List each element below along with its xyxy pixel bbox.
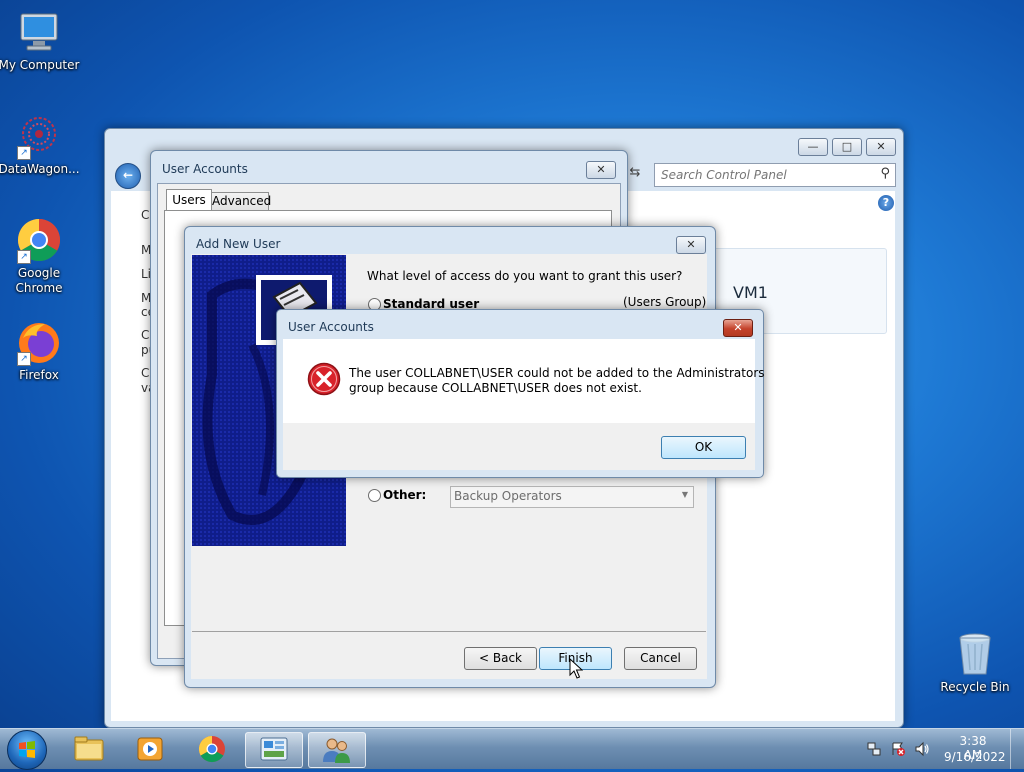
access-question: What level of access do you want to gran… xyxy=(367,269,683,283)
ok-button[interactable]: OK xyxy=(661,436,746,459)
windows-logo-icon xyxy=(19,741,35,758)
datawagon-icon: ↗ xyxy=(15,112,63,160)
shortcut-arrow-icon: ↗ xyxy=(17,146,31,160)
back-arrow-icon: ← xyxy=(122,168,134,182)
help-icon[interactable]: ? xyxy=(878,195,894,211)
clock-date[interactable]: 9/16/2022 xyxy=(944,750,1006,764)
firefox-icon: ↗ xyxy=(15,318,63,366)
back-button[interactable]: < Back xyxy=(464,647,537,670)
close-button[interactable]: ✕ xyxy=(586,161,616,179)
chevron-down-icon: ▼ xyxy=(681,490,688,499)
error-dialog-client: The user COLLABNET\USER could not be add… xyxy=(283,339,765,470)
desktop-icon-label: Recycle Bin xyxy=(940,680,1010,694)
window-title: Add New User xyxy=(196,237,281,251)
taskbar-chrome[interactable] xyxy=(184,732,240,766)
back-button[interactable]: ← xyxy=(115,163,141,189)
search-box[interactable]: ⚲ xyxy=(654,163,896,187)
error-message-line-2: group because COLLABNET\USER does not ex… xyxy=(349,381,642,395)
desktop-icon-label: My Computer xyxy=(0,58,80,72)
other-label: Other: xyxy=(383,488,427,502)
maximize-button[interactable]: □ xyxy=(832,138,862,156)
error-icon xyxy=(307,362,341,399)
minimize-button[interactable]: — xyxy=(798,138,828,156)
dialog-title: User Accounts xyxy=(288,320,374,334)
desktop-icon-label: Firefox xyxy=(19,368,59,382)
folder-icon xyxy=(74,736,104,761)
desktop-icon-label: Google Chrome xyxy=(15,266,63,295)
media-player-icon xyxy=(137,737,163,761)
tab-advanced[interactable]: Advanced xyxy=(211,192,271,212)
error-message-line-1: The user COLLABNET\USER could not be add… xyxy=(349,366,765,380)
side-text-c2: C xyxy=(141,328,150,342)
search-icon: ⚲ xyxy=(880,166,890,181)
start-button[interactable] xyxy=(7,730,47,770)
other-radio[interactable] xyxy=(368,489,381,502)
error-dialog: User Accounts ✕ The user COLLABNET\USER … xyxy=(276,309,765,478)
taskbar-media-player[interactable] xyxy=(122,732,178,766)
users-icon xyxy=(323,738,350,763)
users-group-label: (Users Group) xyxy=(623,295,707,309)
close-button[interactable]: ✕ xyxy=(866,138,896,156)
chrome-icon: ↗ xyxy=(15,216,63,264)
tray-volume-icon[interactable] xyxy=(914,741,930,757)
close-button[interactable]: ✕ xyxy=(676,236,706,254)
desktop-icon-my-computer[interactable]: My Computer xyxy=(0,8,81,73)
taskbar-explorer[interactable] xyxy=(61,732,117,766)
close-button[interactable]: ✕ xyxy=(723,319,753,337)
window-title: User Accounts xyxy=(162,162,248,176)
taskbar-control-panel[interactable] xyxy=(245,732,303,768)
control-panel-icon xyxy=(260,737,288,761)
chrome-icon xyxy=(198,735,225,763)
side-text-c: C xyxy=(141,208,150,222)
taskbar-user-accounts[interactable] xyxy=(308,732,366,768)
my-computer-icon xyxy=(15,8,63,56)
shortcut-arrow-icon: ↗ xyxy=(17,352,31,366)
desktop-icon-firefox[interactable]: ↗ Firefox xyxy=(0,318,81,383)
tray-action-center-icon[interactable] xyxy=(890,741,906,757)
recycle-bin-icon xyxy=(951,630,999,678)
other-group-select[interactable]: Backup Operators ▼ xyxy=(450,486,694,508)
refresh-button[interactable]: ⇆ xyxy=(625,165,645,185)
tab-users[interactable]: Users xyxy=(166,189,212,212)
account-name: VM1 xyxy=(733,283,768,302)
button-divider xyxy=(192,631,706,632)
desktop-icon-recycle-bin[interactable]: Recycle Bin xyxy=(933,630,1017,695)
tray-network-icon[interactable] xyxy=(866,741,882,757)
desktop-icon-google-chrome[interactable]: ↗ Google Chrome xyxy=(0,216,81,296)
cancel-button[interactable]: Cancel xyxy=(624,647,697,670)
taskbar: 3:38 AM 9/16/2022 xyxy=(0,728,1024,770)
show-desktop-button[interactable] xyxy=(1010,729,1024,769)
refresh-icon: ⇆ xyxy=(629,165,641,180)
shortcut-arrow-icon: ↗ xyxy=(17,250,31,264)
desktop-icon-label: DataWagon... xyxy=(0,162,80,176)
message-area: The user COLLABNET\USER could not be add… xyxy=(283,339,765,423)
desktop-icon-datawagon[interactable]: ↗ DataWagon... xyxy=(0,112,81,177)
search-input[interactable] xyxy=(659,166,868,184)
mouse-pointer-icon xyxy=(569,657,584,683)
side-text-c3: C xyxy=(141,366,150,380)
